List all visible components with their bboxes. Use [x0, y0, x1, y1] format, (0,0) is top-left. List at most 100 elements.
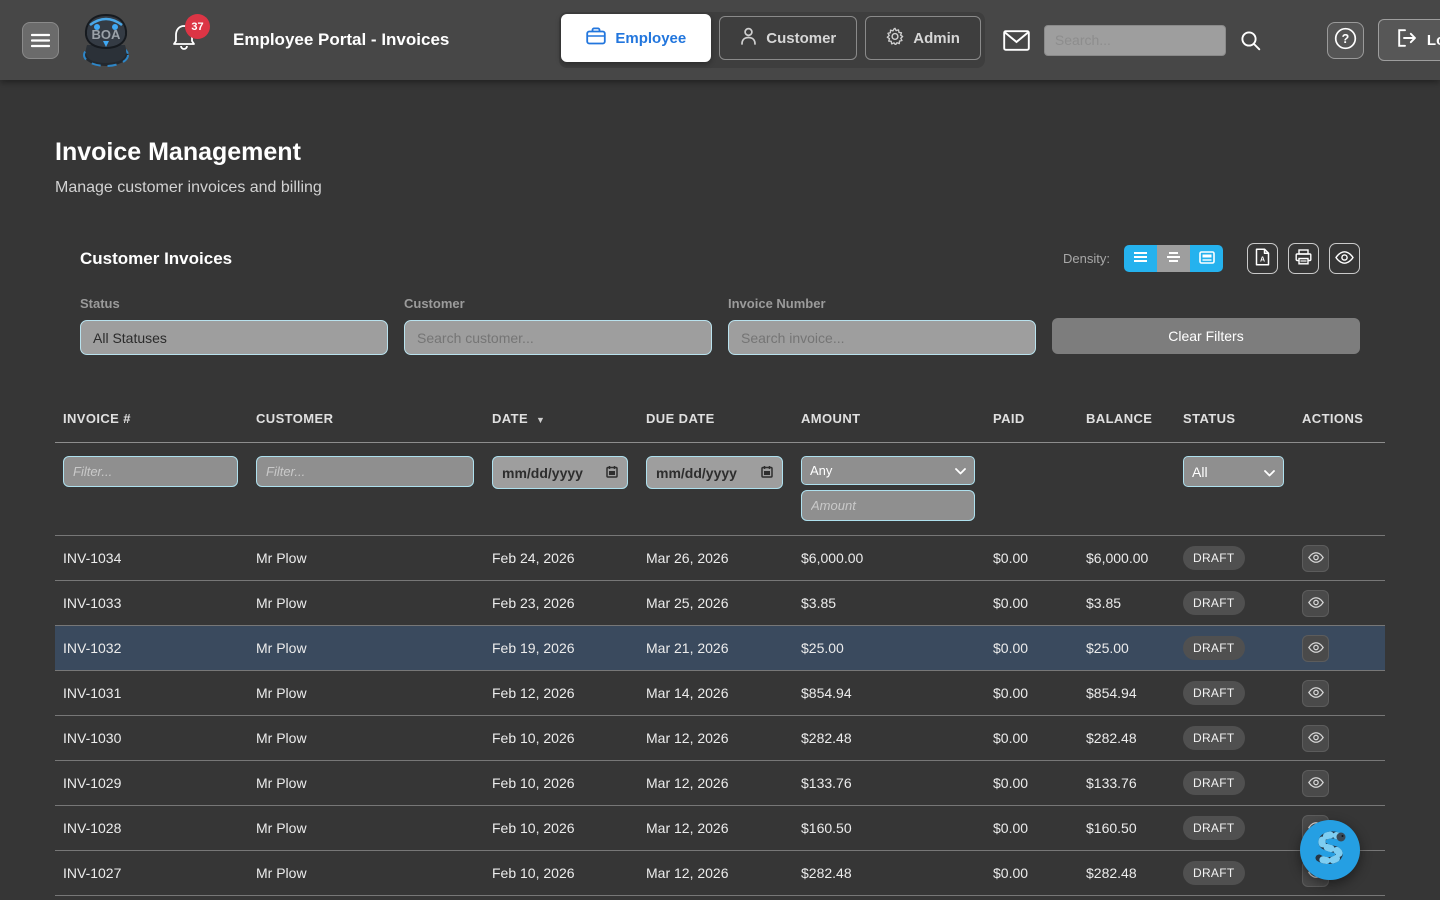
status-badge: DRAFT: [1183, 681, 1245, 705]
cell-amount: $160.50: [793, 820, 985, 836]
print-button[interactable]: [1288, 243, 1319, 274]
col-header-paid[interactable]: PAID: [985, 411, 1078, 426]
search-icon[interactable]: [1240, 30, 1261, 51]
help-button[interactable]: ?: [1327, 22, 1364, 59]
cell-invoice-number: INV-1034: [55, 550, 248, 566]
view-toggle-button[interactable]: [1329, 243, 1360, 274]
amount-operator-select[interactable]: Any: [801, 456, 975, 485]
question-mark-icon: ?: [1334, 27, 1357, 53]
cell-invoice-number: INV-1029: [55, 775, 248, 791]
date-column-filter-input[interactable]: mm/dd/yyyy: [492, 456, 628, 489]
calendar-icon[interactable]: [606, 465, 618, 481]
density-expanded-button[interactable]: [1190, 245, 1223, 272]
col-header-amount[interactable]: AMOUNT: [793, 411, 985, 426]
tab-admin[interactable]: Admin: [865, 16, 981, 60]
col-header-date[interactable]: DATE▼: [484, 411, 638, 426]
table-filter-row: mm/dd/yyyy mm/dd/yyyy Any: [55, 442, 1385, 535]
cell-due-date: Mar 12, 2026: [638, 820, 793, 836]
col-header-balance[interactable]: BALANCE: [1078, 411, 1175, 426]
col-header-customer[interactable]: CUSTOMER: [248, 411, 484, 426]
table-row[interactable]: INV-1031 Mr Plow Feb 12, 2026 Mar 14, 20…: [55, 670, 1385, 715]
customer-filter-label: Customer: [404, 296, 712, 311]
invoice-column-filter-input[interactable]: [63, 456, 238, 487]
bell-icon: [171, 38, 197, 55]
status-filter-value: All Statuses: [93, 330, 167, 346]
status-filter-select[interactable]: All Statuses: [80, 320, 388, 355]
table-row[interactable]: INV-1033 Mr Plow Feb 23, 2026 Mar 25, 20…: [55, 580, 1385, 625]
page-title: Invoice Management: [55, 138, 1385, 167]
cell-due-date: Mar 26, 2026: [638, 550, 793, 566]
cell-amount: $854.94: [793, 685, 985, 701]
customer-filter-input[interactable]: [404, 320, 712, 355]
view-invoice-button[interactable]: [1302, 590, 1329, 617]
eye-icon: [1335, 251, 1354, 267]
mail-icon[interactable]: [1003, 30, 1030, 51]
table-row[interactable]: INV-1032 Mr Plow Feb 19, 2026 Mar 21, 20…: [55, 625, 1385, 670]
due-date-column-filter-input[interactable]: mm/dd/yyyy: [646, 456, 783, 489]
table-row[interactable]: INV-1029 Mr Plow Feb 10, 2026 Mar 12, 20…: [55, 760, 1385, 805]
cell-balance: $3.85: [1078, 595, 1175, 611]
cell-due-date: Mar 25, 2026: [638, 595, 793, 611]
snake-assistant-fab[interactable]: [1300, 820, 1360, 880]
cell-due-date: Mar 12, 2026: [638, 775, 793, 791]
cell-date: Feb 10, 2026: [484, 730, 638, 746]
cell-amount: $3.85: [793, 595, 985, 611]
export-pdf-button[interactable]: A: [1247, 243, 1278, 274]
cell-balance: $25.00: [1078, 640, 1175, 656]
cell-balance: $282.48: [1078, 865, 1175, 881]
cell-amount: $25.00: [793, 640, 985, 656]
eye-icon: [1308, 641, 1324, 656]
svg-text:BOA: BOA: [92, 27, 122, 42]
col-header-due-date[interactable]: DUE DATE: [638, 411, 793, 426]
col-header-invoice[interactable]: INVOICE #: [55, 411, 248, 426]
invoice-table-body: INV-1034 Mr Plow Feb 24, 2026 Mar 26, 20…: [55, 535, 1385, 900]
view-invoice-button[interactable]: [1302, 545, 1329, 572]
cell-paid: $0.00: [985, 865, 1078, 881]
cell-paid: $0.00: [985, 775, 1078, 791]
view-invoice-button[interactable]: [1302, 770, 1329, 797]
table-row[interactable]: INV-1027 Mr Plow Feb 10, 2026 Mar 12, 20…: [55, 850, 1385, 895]
svg-text:A: A: [1260, 257, 1265, 264]
table-row[interactable]: INV-1030 Mr Plow Feb 10, 2026 Mar 12, 20…: [55, 715, 1385, 760]
hamburger-icon: [31, 33, 50, 48]
logout-button[interactable]: Logout: [1378, 19, 1440, 61]
col-header-status[interactable]: STATUS: [1175, 411, 1294, 426]
cell-due-date: Mar 14, 2026: [638, 685, 793, 701]
search-input[interactable]: [1044, 25, 1226, 56]
eye-icon: [1308, 686, 1324, 701]
cell-customer: Mr Plow: [248, 685, 484, 701]
tab-customer-label: Customer: [766, 30, 836, 47]
table-row[interactable]: INV-1028 Mr Plow Feb 10, 2026 Mar 12, 20…: [55, 805, 1385, 850]
view-invoice-button[interactable]: [1302, 635, 1329, 662]
status-filter-label: Status: [80, 296, 388, 311]
clear-filters-button[interactable]: Clear Filters: [1052, 318, 1360, 354]
table-row[interactable]: INV-1026 Mr Plow Feb 10, 2026 Mar 12, 20…: [55, 895, 1385, 900]
notifications-button[interactable]: 37: [171, 23, 201, 57]
density-comfortable-button[interactable]: [1157, 245, 1190, 272]
status-badge: DRAFT: [1183, 816, 1245, 840]
amount-column-filter-input[interactable]: [801, 490, 975, 521]
density-toggle-group: [1124, 245, 1223, 272]
cell-paid: $0.00: [985, 730, 1078, 746]
printer-icon: [1295, 249, 1312, 268]
cell-due-date: Mar 12, 2026: [638, 730, 793, 746]
hamburger-menu-button[interactable]: [22, 22, 59, 59]
pdf-file-icon: A: [1255, 248, 1270, 269]
status-column-filter-select[interactable]: All: [1183, 456, 1284, 487]
cell-amount: $282.48: [793, 865, 985, 881]
page-subtitle: Manage customer invoices and billing: [55, 179, 1385, 197]
cell-amount: $6,000.00: [793, 550, 985, 566]
table-row[interactable]: INV-1034 Mr Plow Feb 24, 2026 Mar 26, 20…: [55, 535, 1385, 580]
cell-customer: Mr Plow: [248, 865, 484, 881]
view-invoice-button[interactable]: [1302, 725, 1329, 752]
view-invoice-button[interactable]: [1302, 680, 1329, 707]
customer-column-filter-input[interactable]: [256, 456, 474, 487]
calendar-icon[interactable]: [761, 465, 773, 481]
card-title: Customer Invoices: [80, 249, 232, 269]
cell-date: Feb 10, 2026: [484, 820, 638, 836]
tab-employee[interactable]: Employee: [561, 14, 711, 62]
density-compact-button[interactable]: [1124, 245, 1157, 272]
tab-customer[interactable]: Customer: [719, 16, 857, 60]
customer-invoices-card: Customer Invoices Density:: [55, 243, 1385, 900]
invoice-filter-input[interactable]: [728, 320, 1036, 355]
